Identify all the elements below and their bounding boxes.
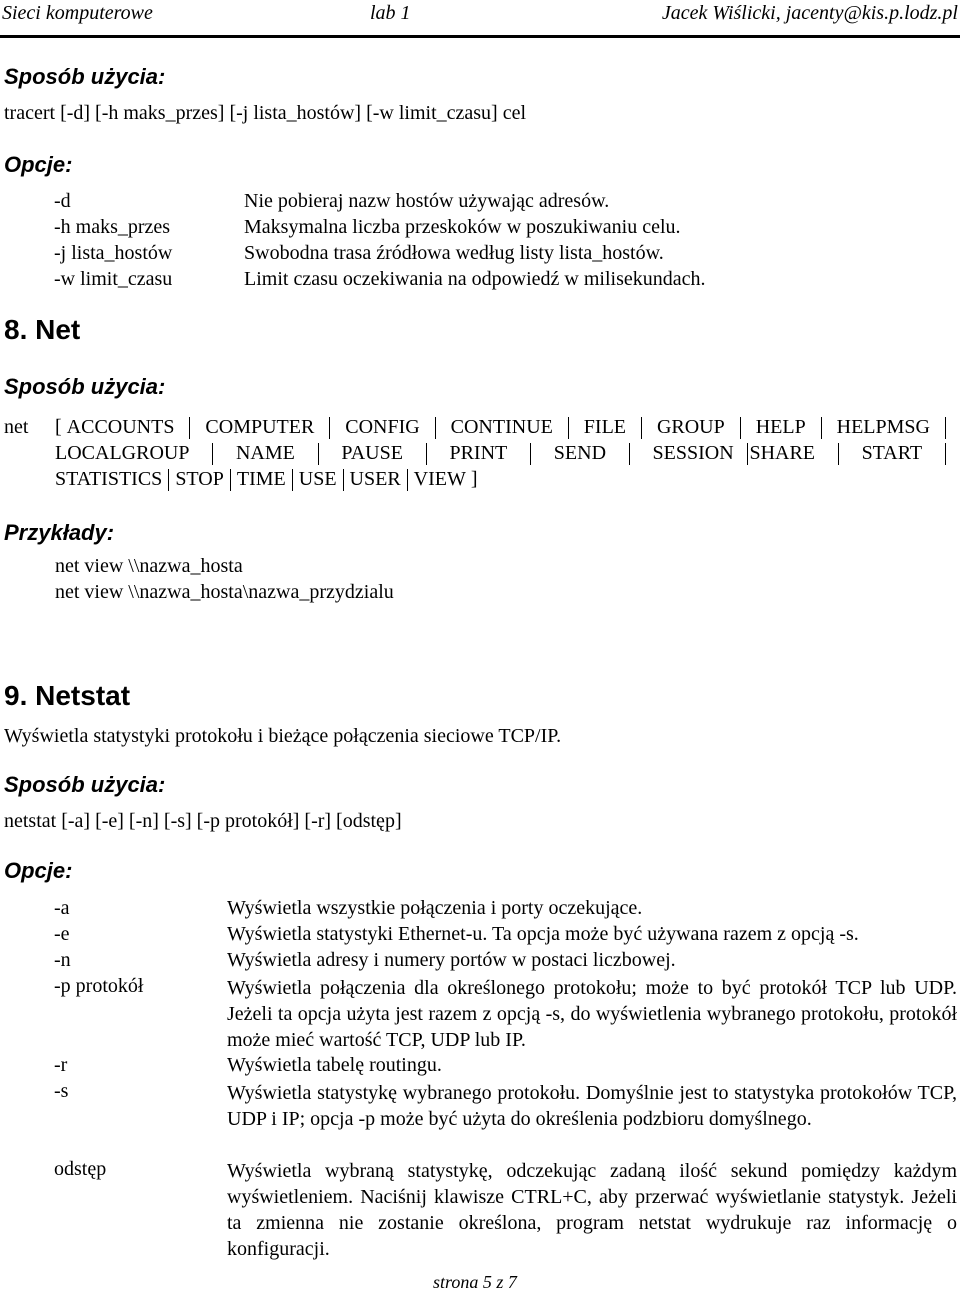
net-syntax-line-1: [ ACCOUNTS COMPUTER CONFIG CONTINUE FILE… — [55, 416, 955, 439]
page-number: strona 5 z 7 — [433, 1272, 517, 1292]
option-flag: odstęp — [54, 1158, 107, 1180]
net-section-title: 8. Net — [4, 314, 81, 345]
net-syntax-line-3: STATISTICS STOP TIME USE USER VIEW ] — [55, 468, 955, 491]
separator — [229, 468, 231, 491]
separator — [342, 468, 344, 491]
net-subcommand: CONFIG — [345, 416, 420, 438]
separator — [406, 468, 408, 491]
option-flag: -s — [54, 1080, 69, 1102]
net-subcommand: STOP — [175, 468, 224, 490]
tracert-options-heading: Opcje: — [4, 152, 73, 177]
netstat-description: Wyświetla statystyki protokołu i bieżące… — [4, 725, 562, 747]
net-subcommand: SEND — [553, 442, 607, 464]
option-flag: -r — [54, 1054, 68, 1076]
option-desc: Swobodna trasa źródłowa według listy lis… — [244, 242, 664, 264]
separator — [820, 416, 822, 439]
separator — [425, 442, 427, 465]
header-author: Jacek Wiślicki, jacenty@kis.p.lodz.pl — [661, 2, 958, 24]
net-syntax-line-2: LOCALGROUP NAME PAUSE PRINT SEND SESSION… — [55, 442, 955, 465]
option-desc: Nie pobieraj nazw hostów używając adresó… — [244, 190, 610, 212]
option-desc: Wyświetla tabelę routingu. — [227, 1054, 442, 1076]
option-desc: Wyświetla wybraną statystykę, odczekując… — [227, 1160, 957, 1260]
net-subcommand: COMPUTER — [205, 416, 315, 438]
header-course: Sieci komputerowe — [2, 2, 153, 24]
net-subcommand: VIEW — [413, 468, 466, 490]
separator — [168, 468, 170, 491]
net-subcommand: SESSION — [652, 442, 734, 464]
net-subcommand: STATISTICS — [55, 468, 163, 490]
separator — [291, 468, 293, 491]
separator — [628, 442, 630, 465]
option-flag: -w limit_czasu — [54, 268, 173, 290]
net-subcommand: FILE — [583, 416, 627, 438]
net-subcommand: ACCOUNTS — [66, 416, 175, 438]
separator — [747, 442, 749, 465]
header-lab: lab 1 — [370, 2, 411, 24]
option-flag: -d — [54, 190, 71, 212]
netstat-section-title: 9. Netstat — [4, 680, 131, 711]
separator — [739, 416, 741, 439]
net-subcommand: LOCALGROUP — [55, 442, 190, 464]
option-desc: Wyświetla wszystkie połączenia i porty o… — [227, 897, 643, 919]
separator — [317, 442, 319, 465]
net-subcommand: USER — [349, 468, 401, 490]
separator — [530, 442, 532, 465]
open-bracket: [ — [55, 416, 62, 438]
separator — [944, 416, 946, 439]
net-example: net view \\nazwa_hosta\nazwa_przydzialu — [55, 581, 394, 603]
option-flag: -p protokół — [54, 975, 144, 997]
net-subcommand: GROUP — [656, 416, 725, 438]
option-desc: Limit czasu oczekiwania na odpowiedź w m… — [244, 268, 706, 290]
net-subcommand: NAME — [235, 442, 295, 464]
separator — [944, 442, 946, 465]
option-flag: -n — [54, 949, 71, 971]
net-command: net — [4, 416, 29, 438]
option-flag: -e — [54, 923, 70, 945]
separator — [640, 416, 642, 439]
option-desc: Wyświetla statystykę wybranego protokołu… — [227, 1082, 957, 1130]
net-subcommand: START — [861, 442, 923, 464]
net-subcommand: PAUSE — [341, 442, 403, 464]
netstat-options-heading: Opcje: — [4, 858, 73, 883]
netstat-usage: netstat [-a] [-e] [-n] [-s] [-p protokół… — [4, 810, 402, 832]
option-desc: Wyświetla adresy i numery portów w posta… — [227, 949, 676, 971]
option-desc: Wyświetla połączenia dla określonego pro… — [227, 977, 957, 1051]
net-subcommand: USE — [298, 468, 337, 490]
header-rule — [0, 35, 960, 38]
netstat-usage-heading: Sposób użycia: — [4, 772, 166, 797]
net-subcommand: HELPMSG — [836, 416, 930, 438]
close-bracket: ] — [470, 468, 478, 490]
net-subcommand: SHARE — [749, 442, 816, 464]
option-desc: Wyświetla statystyki Ethernet-u. Ta opcj… — [227, 923, 859, 945]
tracert-usage-heading: Sposób użycia: — [4, 64, 166, 89]
net-subcommand: CONTINUE — [450, 416, 553, 438]
separator — [567, 416, 569, 439]
separator — [837, 442, 839, 465]
option-desc: Maksymalna liczba przeskoków w poszukiwa… — [244, 216, 681, 238]
separator — [434, 416, 436, 439]
separator — [212, 442, 214, 465]
separator — [329, 416, 331, 439]
separator — [189, 416, 191, 439]
tracert-usage: tracert [-d] [-h maks_przes] [-j lista_h… — [4, 102, 527, 124]
net-subcommand: PRINT — [449, 442, 508, 464]
net-usage-heading: Sposób użycia: — [4, 374, 166, 399]
option-flag: -j lista_hostów — [54, 242, 173, 264]
option-flag: -h maks_przes — [54, 216, 171, 238]
net-subcommand: HELP — [755, 416, 806, 438]
net-examples-heading: Przykłady: — [4, 520, 115, 545]
net-example: net view \\nazwa_hosta — [55, 555, 243, 577]
net-subcommand: TIME — [236, 468, 286, 490]
option-flag: -a — [54, 897, 70, 919]
